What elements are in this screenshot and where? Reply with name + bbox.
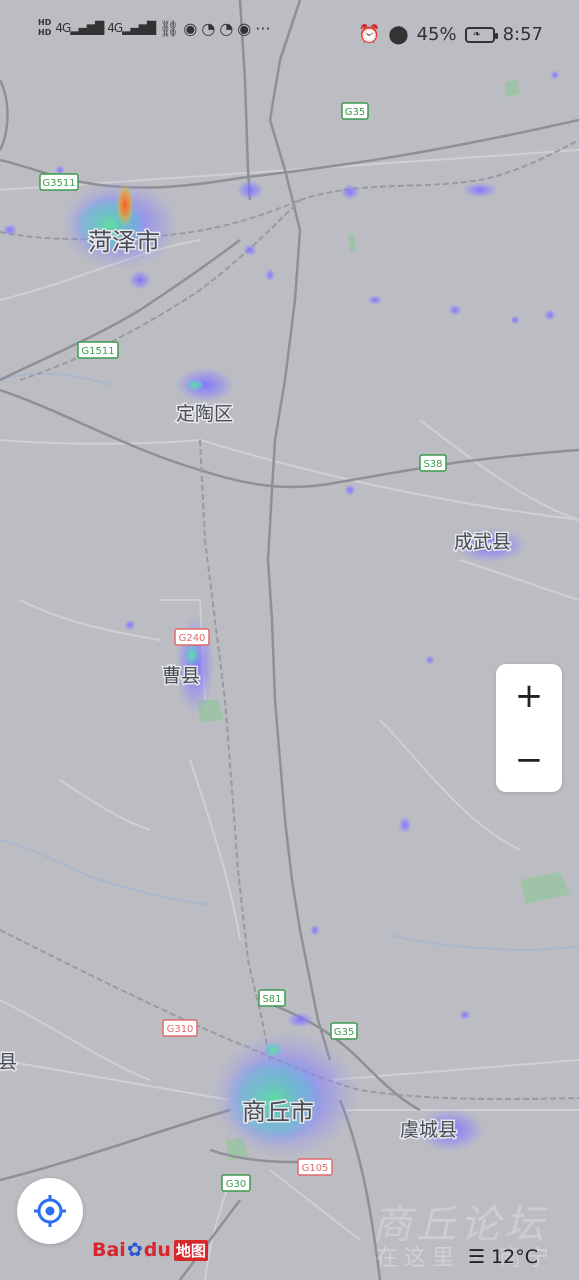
logo-text-bai: Bai xyxy=(92,1239,126,1261)
wechat-icon-2: ◔ xyxy=(219,18,234,38)
svg-text:S81: S81 xyxy=(262,994,281,1005)
svg-text:G1511: G1511 xyxy=(81,346,114,357)
signal-icon: 4G▂▄▆█ xyxy=(55,21,104,35)
map-canvas[interactable]: G35 G3511 G1511 S38 G240 S81 G35 G310 G1… xyxy=(0,0,579,1280)
alarm-icon: ⏰ xyxy=(357,24,381,45)
status-bar: HD HD 4G▂▄▆█ 4G▂▄▆█ ⛓ ◉ ◔ ◔ ◉ ··· ⏰ ⬤ 45… xyxy=(0,0,579,64)
shield-g3511: G3511 xyxy=(39,173,79,191)
link-icon: ⛓ xyxy=(159,18,180,38)
hd-indicator: HD HD xyxy=(38,18,52,37)
city-label-edge: 县 xyxy=(0,1051,17,1073)
signal-icon-2: 4G▂▄▆█ xyxy=(107,21,156,35)
logo-text-du: du xyxy=(143,1239,171,1261)
shield-g35-south: G35 xyxy=(330,1022,358,1040)
city-label-dingtao: 定陶区 xyxy=(176,403,233,425)
shield-g240: G240 xyxy=(174,628,210,646)
city-label-shangqiu: 商丘市 xyxy=(242,1098,314,1126)
svg-text:S38: S38 xyxy=(423,459,442,470)
logo-text-cn: 地图 xyxy=(173,1239,208,1261)
more-icon: ··· xyxy=(255,18,271,38)
wechat-icon: ◔ xyxy=(201,18,216,38)
location-pin-icon: ⬤ xyxy=(388,24,409,45)
svg-text:G105: G105 xyxy=(302,1163,329,1174)
weibo-icon: ◉ xyxy=(183,18,198,38)
clock: 8:57 xyxy=(502,24,543,45)
shield-s38: S38 xyxy=(419,454,447,472)
shield-g30: G30 xyxy=(221,1174,251,1192)
battery-percent: 45% xyxy=(416,24,457,45)
svg-text:G30: G30 xyxy=(226,1179,246,1190)
paw-icon: ✿ xyxy=(126,1239,143,1261)
baidu-map-logo: Bai ✿ du 地图 xyxy=(92,1239,208,1261)
svg-text:G35: G35 xyxy=(345,107,365,118)
shield-g35-north: G35 xyxy=(341,102,369,120)
weather-widget[interactable]: ☰ 12°C xyxy=(468,1246,538,1268)
battery-icon: ❧ xyxy=(464,26,498,43)
status-right: ⏰ ⬤ 45% ❧ 8:57 xyxy=(358,24,543,45)
weather-temp: 12°C xyxy=(491,1246,538,1268)
locate-icon xyxy=(34,1195,66,1227)
city-label-caoxian: 曹县 xyxy=(162,665,200,687)
shield-g1511: G1511 xyxy=(77,341,119,359)
zoom-in-button[interactable]: + xyxy=(496,664,562,728)
zoom-control: + − xyxy=(496,664,562,792)
city-label-chengwu: 成武县 xyxy=(454,531,511,553)
svg-text:G35: G35 xyxy=(334,1027,354,1038)
svg-text:G3511: G3511 xyxy=(42,178,75,189)
weibo-icon-2: ◉ xyxy=(237,18,252,38)
city-label-yucheng: 虞城县 xyxy=(400,1119,457,1141)
locate-button[interactable] xyxy=(17,1178,83,1244)
shield-g310: G310 xyxy=(162,1019,198,1037)
svg-text:G310: G310 xyxy=(167,1024,194,1035)
svg-text:G240: G240 xyxy=(179,633,206,644)
zoom-out-button[interactable]: − xyxy=(496,728,562,792)
haze-icon: ☰ xyxy=(468,1246,486,1268)
status-left: HD HD 4G▂▄▆█ 4G▂▄▆█ ⛓ ◉ ◔ ◔ ◉ ··· xyxy=(38,18,271,38)
shield-s81: S81 xyxy=(258,989,286,1007)
city-label-heze: 菏泽市 xyxy=(88,228,160,256)
shield-g105: G105 xyxy=(297,1158,333,1176)
